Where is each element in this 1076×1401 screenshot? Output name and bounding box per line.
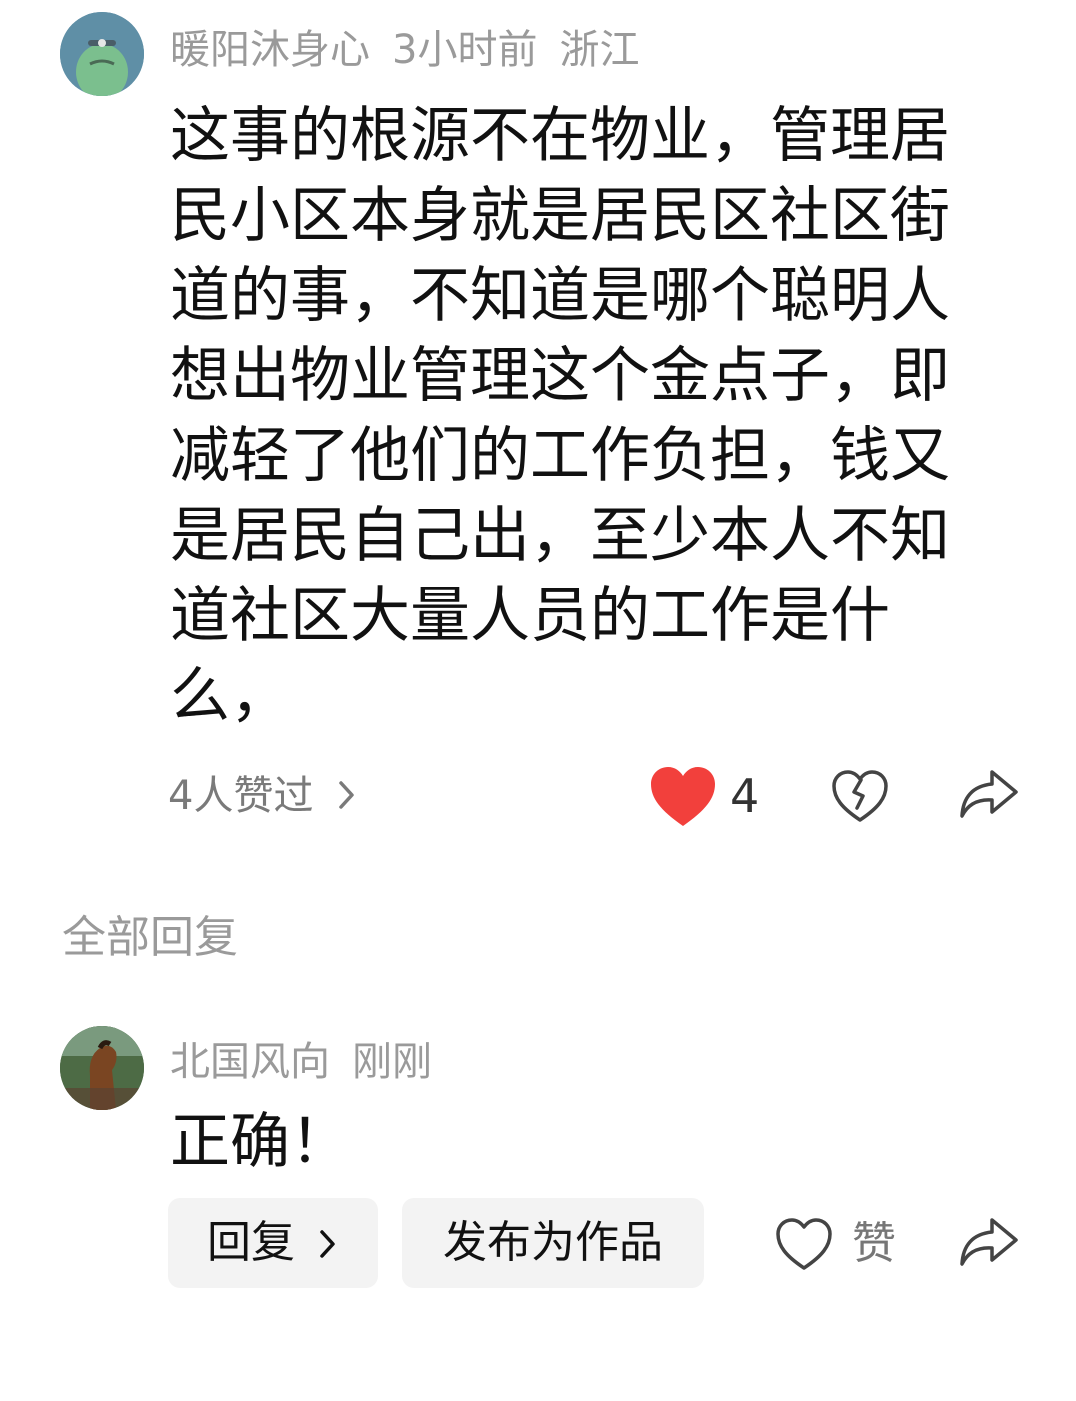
heart-outline-icon[interactable] [774,1216,834,1272]
reply-text[interactable]: 正确！ [170,1104,350,1180]
liked-by-label: 4人赞过 [168,773,314,819]
main-comment-time: 3小时前 [392,27,538,73]
reply-button-label: 回复 [207,1217,295,1268]
reply-button[interactable]: 回复 [168,1198,378,1288]
liked-by-link[interactable]: 4人赞过 [168,770,358,822]
share-icon[interactable] [958,1216,1020,1270]
avatar-image [60,1026,144,1110]
like-count: 4 [730,769,760,823]
chevron-right-icon [339,781,354,809]
main-comment-author[interactable]: 暖阳沐身心 [170,27,370,73]
reply-author[interactable]: 北国风向 [170,1039,330,1085]
all-replies-heading: 全部回复 [62,912,238,963]
publish-as-work-label: 发布为作品 [443,1217,663,1268]
reply-avatar[interactable] [60,1026,144,1110]
main-comment-text[interactable]: 这事的根源不在物业，管理居民小区本身就是居民区社区街道的事，不知道是哪个聪明人想… [170,96,1000,736]
heart-broken-icon[interactable] [830,768,890,824]
reply-meta: 北国风向 刚刚 [170,1042,454,1082]
heart-filled-icon[interactable] [648,764,718,828]
reply-like-label[interactable]: 赞 [852,1218,896,1270]
chevron-right-icon [320,1230,335,1258]
main-comment-location: 浙江 [559,27,640,73]
share-icon[interactable] [958,768,1020,822]
main-comment-meta: 暖阳沐身心 3小时前 浙江 [170,30,661,70]
publish-as-work-button[interactable]: 发布为作品 [402,1198,704,1288]
main-comment-avatar[interactable] [60,12,144,96]
reply-time: 刚刚 [352,1039,432,1085]
avatar-image [60,12,144,96]
